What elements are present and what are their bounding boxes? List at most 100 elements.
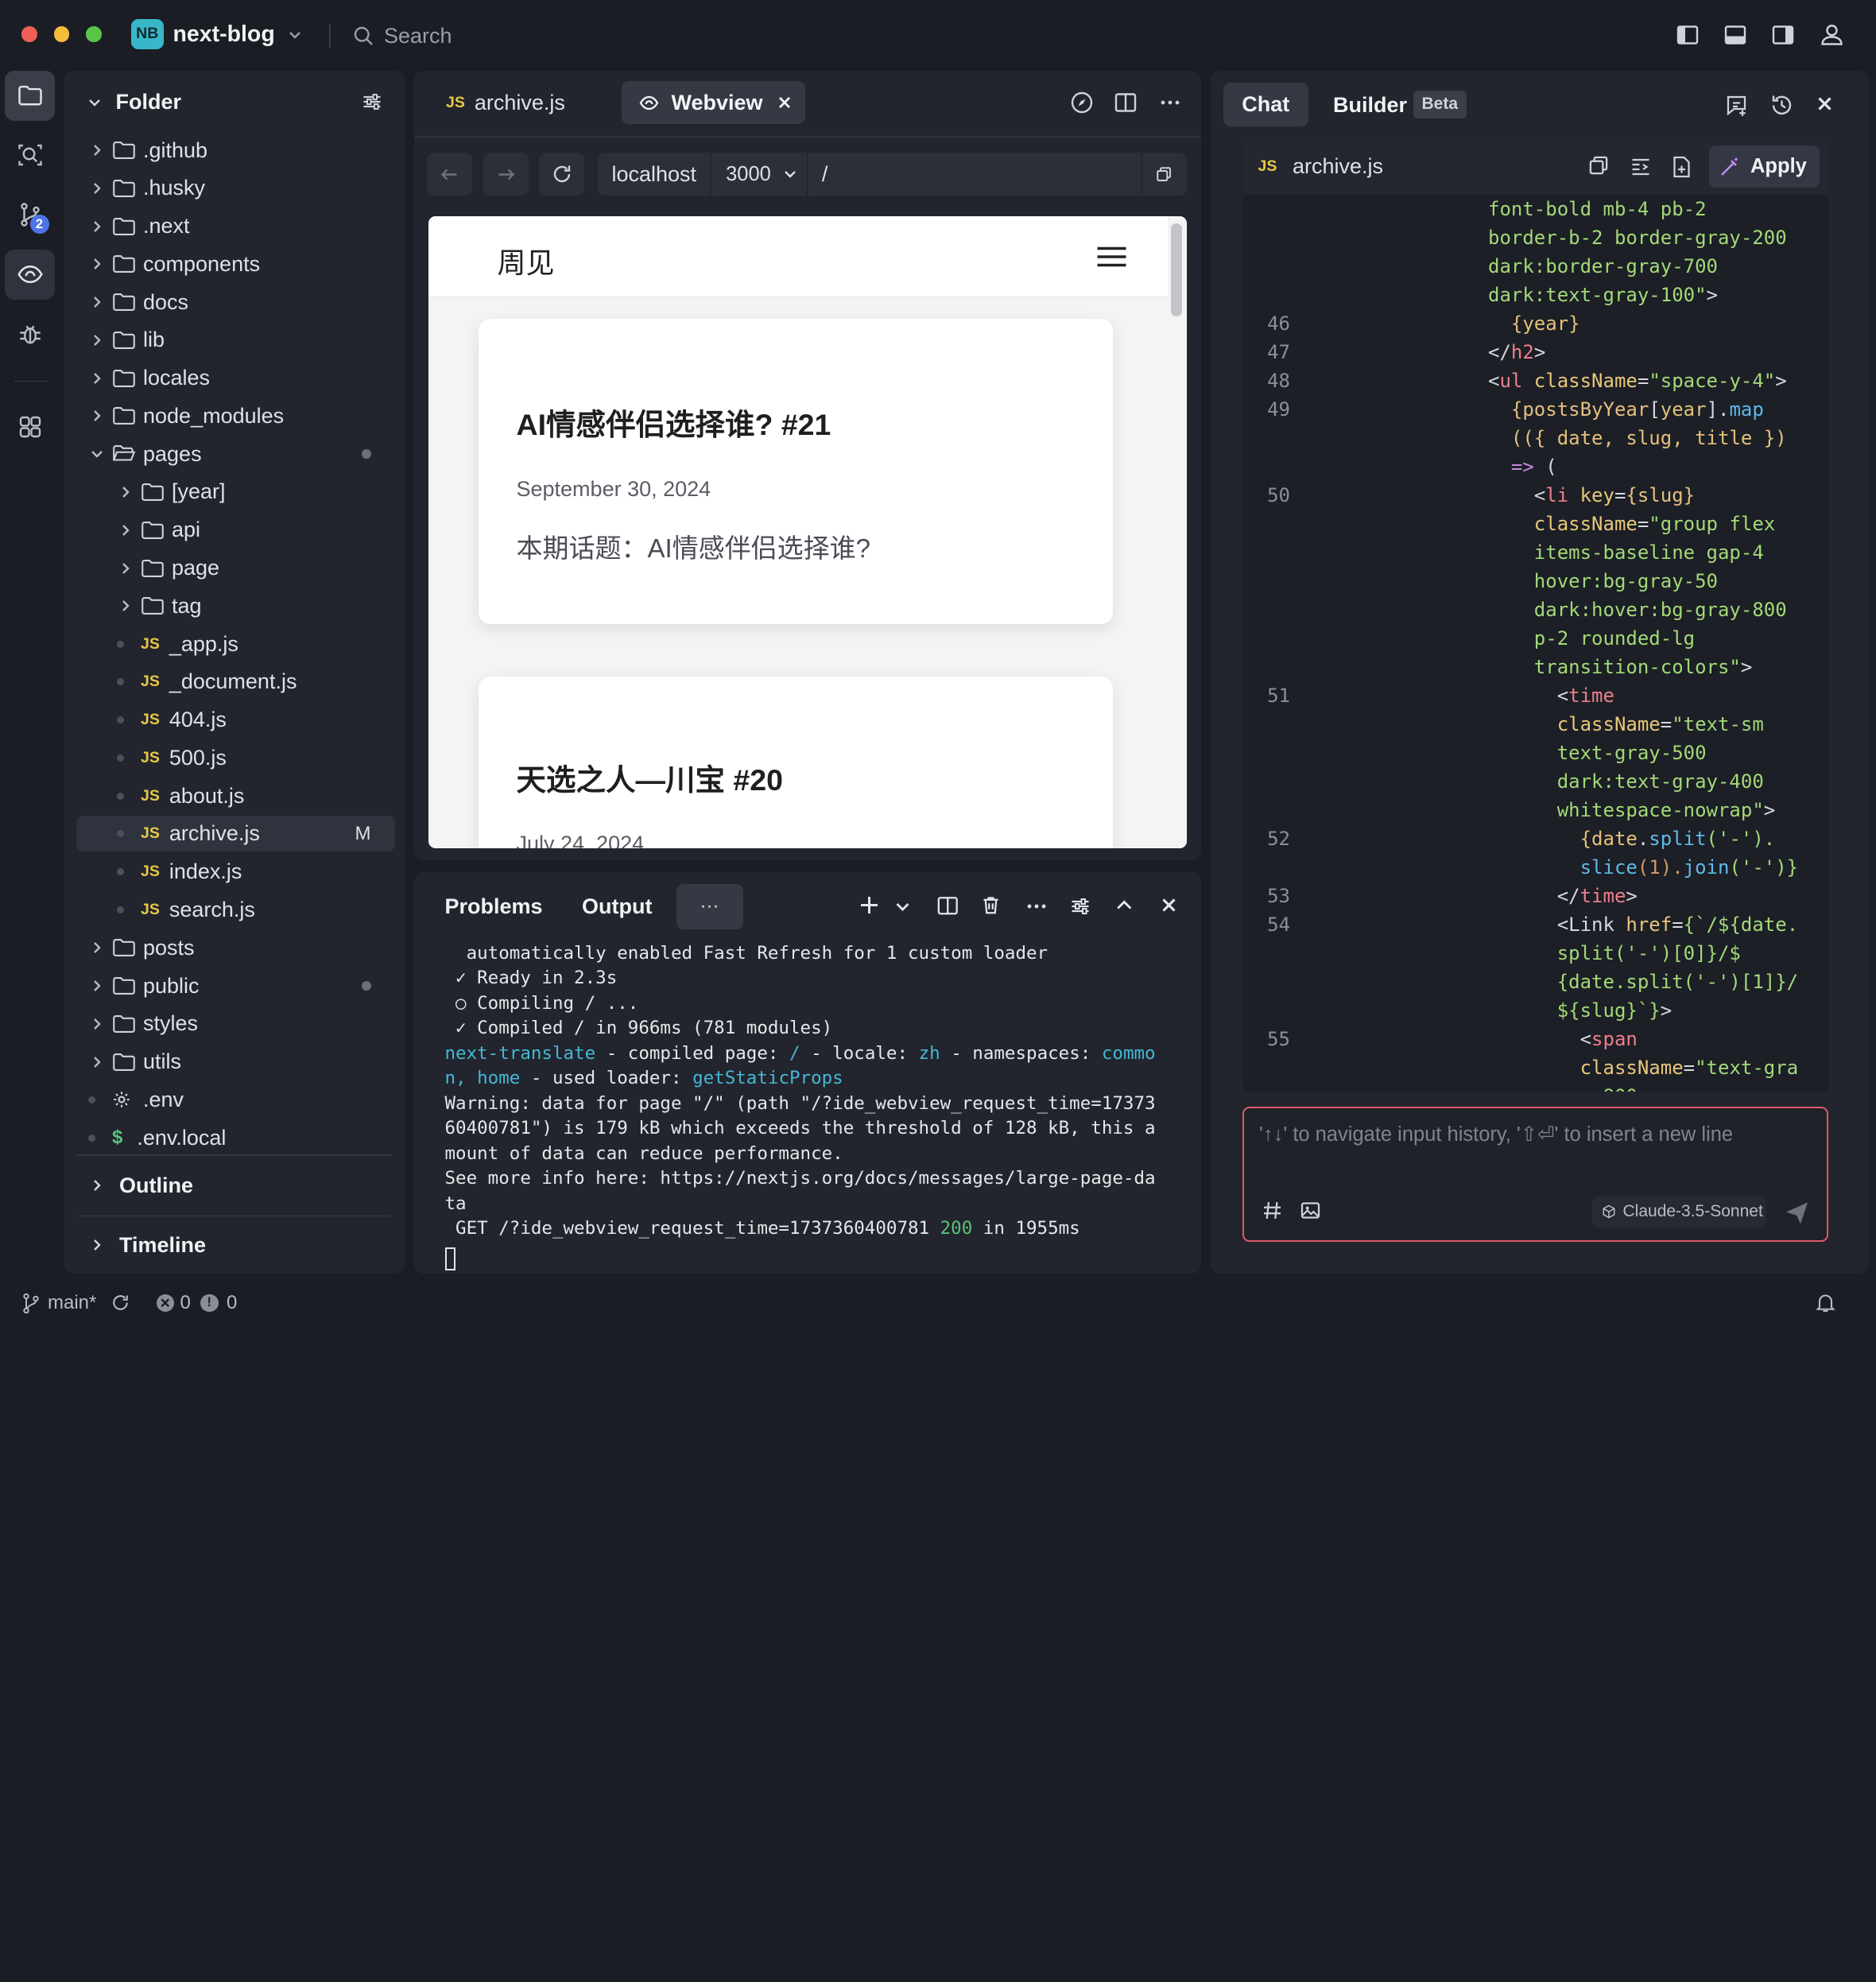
chevron-down-icon[interactable] <box>86 95 103 111</box>
forward-button[interactable] <box>483 153 529 196</box>
toggle-right-panel-icon[interactable] <box>1771 23 1795 47</box>
extensions-icon[interactable] <box>5 402 55 452</box>
tree-item[interactable]: JS about.js <box>76 778 395 814</box>
maximize-window-button[interactable] <box>86 26 102 42</box>
explorer-title[interactable]: Folder <box>116 90 182 114</box>
tree-item[interactable]: utils <box>76 1044 395 1080</box>
tree-item[interactable]: posts <box>76 930 395 966</box>
new-file-icon[interactable] <box>1671 155 1692 179</box>
error-icon[interactable] <box>156 1294 174 1312</box>
tab-webview[interactable]: Webview <box>621 81 805 124</box>
history-icon[interactable] <box>1769 92 1795 118</box>
tree-item[interactable]: components <box>76 246 395 282</box>
tab-archive-js[interactable]: JS archive.js <box>429 81 582 124</box>
minimize-window-button[interactable] <box>53 26 69 42</box>
chevron-down-icon[interactable] <box>894 898 911 915</box>
insert-code-icon[interactable] <box>1629 155 1653 179</box>
tree-item[interactable]: node_modules <box>76 398 395 434</box>
model-selector[interactable]: Claude-3.5-Sonnet <box>1591 1196 1766 1228</box>
split-terminal-icon[interactable] <box>936 894 959 917</box>
hamburger-menu-icon[interactable] <box>1096 245 1127 269</box>
warning-count[interactable]: 0 <box>227 1292 237 1314</box>
search-icon[interactable] <box>353 25 374 47</box>
apply-button[interactable]: Apply <box>1708 145 1820 188</box>
explorer-icon[interactable] <box>5 70 55 121</box>
new-chat-icon[interactable] <box>1723 92 1750 118</box>
split-editor-icon[interactable] <box>1114 91 1138 114</box>
tab-problems[interactable]: Problems <box>445 894 543 919</box>
timeline-section[interactable]: Timeline <box>76 1224 395 1266</box>
warning-icon[interactable]: ! <box>200 1294 219 1312</box>
project-name[interactable]: next-blog <box>173 21 275 48</box>
toggle-left-panel-icon[interactable] <box>1676 23 1700 47</box>
tree-item[interactable]: [year] <box>76 474 395 510</box>
port-select[interactable]: 3000 <box>711 153 808 196</box>
project-badge[interactable]: NB <box>131 19 164 49</box>
post-title[interactable]: 天选之人—川宝 #20 <box>517 755 784 799</box>
tree-item[interactable]: JS search.js <box>76 892 395 928</box>
post-title[interactable]: AI情感伴侣选择谁? #21 <box>517 400 831 444</box>
tree-item[interactable]: public <box>76 968 395 1004</box>
copy-code-icon[interactable] <box>1588 155 1610 176</box>
close-panel-icon[interactable] <box>1161 897 1177 913</box>
source-control-icon[interactable] <box>5 190 55 240</box>
tree-item[interactable]: JS archive.js M <box>76 816 395 852</box>
close-window-button[interactable] <box>21 26 37 42</box>
post-card[interactable]: AI情感伴侣选择谁? #21 September 30, 2024 本期话题：A… <box>478 318 1113 624</box>
toggle-bottom-panel-icon[interactable] <box>1723 23 1747 47</box>
maximize-panel-icon[interactable] <box>1115 897 1134 915</box>
tree-item[interactable]: JS index.js <box>76 854 395 890</box>
webview-scrollbar[interactable] <box>1171 223 1182 316</box>
tree-item[interactable]: .husky <box>76 170 395 206</box>
tree-item[interactable]: locales <box>76 360 395 396</box>
code-view[interactable]: font-bold mb-4 pb-2 border-b-2 border-gra… <box>1242 195 1829 1092</box>
compass-icon[interactable] <box>1070 91 1094 114</box>
branch-name[interactable]: main* <box>48 1292 96 1314</box>
add-terminal-icon[interactable] <box>859 894 880 916</box>
close-tab-icon[interactable] <box>777 95 792 110</box>
filter-settings-icon[interactable] <box>360 90 384 114</box>
post-card[interactable]: 天选之人—川宝 #20 July 24, 2024 <box>478 676 1113 848</box>
reload-button[interactable] <box>539 153 584 196</box>
tree-item[interactable]: page <box>76 550 395 586</box>
tree-item[interactable]: .github <box>76 133 395 169</box>
panel-settings-icon[interactable] <box>1068 894 1092 918</box>
tree-item[interactable]: tag <box>76 588 395 624</box>
chevron-down-icon[interactable] <box>286 26 303 43</box>
tree-item[interactable]: api <box>76 512 395 548</box>
more-options-icon[interactable] <box>1158 91 1182 114</box>
notifications-bell-icon[interactable] <box>1815 1292 1836 1313</box>
more-options-icon[interactable] <box>1025 894 1048 918</box>
tab-chat[interactable]: Chat <box>1223 82 1308 126</box>
copy-url-icon[interactable] <box>1141 153 1187 196</box>
tree-item[interactable]: pages <box>76 436 395 472</box>
tab-builder[interactable]: Builder <box>1333 93 1407 118</box>
error-count[interactable]: 0 <box>180 1292 191 1314</box>
tree-item[interactable]: JS 404.js <box>76 702 395 738</box>
tree-item[interactable]: JS 500.js <box>76 740 395 776</box>
tree-item[interactable]: $ .env.local <box>76 1120 395 1156</box>
tab-output[interactable]: Output <box>582 894 652 919</box>
webview-icon[interactable] <box>5 249 55 300</box>
debug-icon[interactable] <box>5 309 55 359</box>
path-input[interactable]: / <box>808 162 1141 187</box>
account-icon[interactable] <box>1819 21 1845 48</box>
back-button[interactable] <box>427 153 472 196</box>
hashtag-icon[interactable] <box>1262 1200 1283 1221</box>
host-field[interactable]: localhost <box>598 153 712 196</box>
terminal-output[interactable]: automatically enabled Fast Refresh for 1… <box>445 941 1191 1242</box>
tree-item[interactable]: styles <box>76 1006 395 1041</box>
outline-section[interactable]: Outline <box>76 1164 395 1207</box>
sync-icon[interactable] <box>110 1292 131 1313</box>
tree-item[interactable]: .env <box>76 1082 395 1118</box>
close-chat-icon[interactable] <box>1816 95 1833 112</box>
send-icon[interactable] <box>1784 1199 1810 1225</box>
chat-input[interactable]: '↑↓' to navigate input history, '⇧⏎' to … <box>1259 1123 1733 1146</box>
search-code-icon[interactable] <box>5 130 55 180</box>
image-icon[interactable] <box>1300 1200 1321 1221</box>
search-box[interactable]: Search <box>384 24 452 48</box>
tree-item[interactable]: .next <box>76 208 395 244</box>
tab-terminal-more[interactable]: ··· <box>676 883 743 929</box>
tree-item[interactable]: docs <box>76 285 395 320</box>
tree-item[interactable]: JS _document.js <box>76 664 395 700</box>
